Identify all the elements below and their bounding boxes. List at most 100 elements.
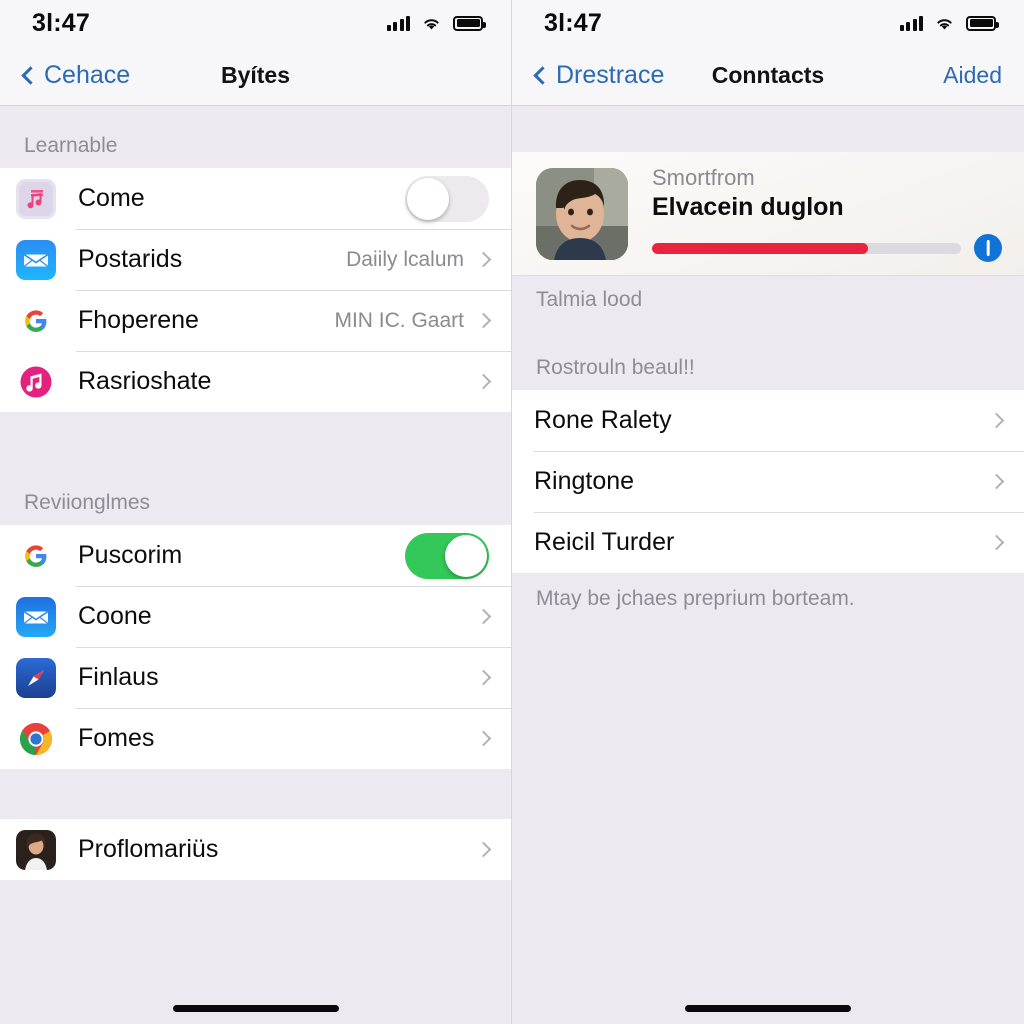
list-item-fomes[interactable]: Fomes: [0, 708, 511, 769]
list-item-fhoperene[interactable]: Fhoperene MIN IC. Gaart: [0, 290, 511, 351]
home-indicator: [172, 1005, 339, 1012]
list-item-label: Fomes: [78, 724, 155, 752]
list-item-label: Come: [78, 184, 145, 212]
list-item-puscorim[interactable]: Puscorim: [0, 525, 511, 586]
list-reviionglmes: Puscorim Coone Finlaus Fomes: [0, 525, 511, 769]
list-item-coone[interactable]: Coone: [0, 586, 511, 647]
right-status-bar: 3l:47: [512, 0, 1024, 46]
status-icons: [386, 15, 486, 31]
list-profile: Proflomariüs: [0, 819, 511, 880]
list-item-label: Rone Ralety: [534, 406, 672, 434]
itunes-store-icon: [16, 178, 56, 219]
list-item-label: Finlaus: [78, 663, 159, 691]
contact-card-footnote: Talmia lood: [512, 276, 1024, 334]
battery-full-icon: [966, 15, 999, 31]
list-item-label: Postarids: [78, 245, 183, 273]
top-gap: [512, 106, 1024, 152]
chevron-right-icon: [475, 608, 492, 625]
section-header-label: Rostrouln beaul!!: [512, 334, 1024, 390]
section-header-learnable: Learnable: [0, 106, 511, 168]
back-button-label: Drestrace: [556, 61, 665, 89]
cellular-bars-icon: [899, 15, 923, 31]
progress-bar-fill: [652, 242, 869, 254]
contact-card-body: Smortfrom Elvacein duglon: [652, 165, 1002, 262]
battery-full-icon: [453, 15, 486, 31]
right-phone-screen: 3l:47 Drestrace Conntacts Aided Smortfro…: [512, 0, 1024, 1024]
list-item-label: Rasrioshate: [78, 367, 212, 395]
music-icon: [16, 361, 56, 402]
left-scroll-area[interactable]: Learnable Come Postarids Daiily lcalum F…: [0, 106, 511, 1024]
list-item-rasrioshate[interactable]: Rasrioshate: [0, 351, 511, 412]
list-item-proflomarius[interactable]: Proflomariüs: [0, 819, 511, 880]
chevron-right-icon: [475, 669, 492, 686]
chrome-icon: [16, 719, 56, 759]
chevron-right-icon: [988, 412, 1005, 429]
back-button[interactable]: Cehace: [21, 61, 131, 90]
chevron-right-icon: [988, 534, 1005, 551]
contact-card[interactable]: Smortfrom Elvacein duglon: [512, 152, 1024, 276]
toggle-knob: [445, 534, 487, 577]
status-time: 3l:47: [32, 8, 90, 37]
list-item-rone-ralety[interactable]: Rone Ralety: [512, 390, 1024, 451]
section-gap: [0, 769, 511, 819]
bottom-gap: [0, 880, 511, 1024]
chevron-right-icon: [988, 473, 1005, 490]
chevron-right-icon: [475, 312, 492, 329]
status-icons: [899, 15, 999, 31]
wifi-icon: [421, 16, 442, 31]
list-item-label: Coone: [78, 602, 152, 630]
list-item-value: Daiily lcalum: [346, 247, 464, 271]
list-contact-settings: Rone Ralety Ringtone Reicil Turder: [512, 390, 1024, 573]
list-item-finlaus[interactable]: Finlaus: [0, 647, 511, 708]
back-button-label: Cehace: [44, 61, 131, 89]
progress-row: [652, 234, 1002, 262]
safari-icon: [16, 657, 56, 698]
list-item-label: Fhoperene: [78, 306, 199, 334]
list-learnable: Come Postarids Daiily lcalum Fhoperene M…: [0, 168, 511, 412]
progress-bar[interactable]: [652, 242, 961, 254]
left-status-bar: 3l:47: [0, 0, 511, 46]
list-item-value: MIN IC. Gaart: [334, 308, 464, 332]
mail-icon: [16, 596, 56, 637]
section-footnote: Mtay be jchaes preprium borteam.: [512, 573, 1024, 629]
home-indicator: [685, 1005, 851, 1012]
list-item-ringtone[interactable]: Ringtone: [512, 451, 1024, 512]
status-time: 3l:47: [544, 8, 602, 37]
avatar: [536, 167, 628, 260]
list-item-come[interactable]: Come: [0, 168, 511, 229]
right-nav-bar: Drestrace Conntacts Aided: [512, 46, 1024, 106]
cellular-bars-icon: [386, 15, 410, 31]
info-button[interactable]: [974, 234, 1002, 262]
list-item-reicil-turder[interactable]: Reicil Turder: [512, 512, 1024, 573]
toggle-knob: [407, 177, 449, 220]
chevron-left-icon: [21, 66, 40, 85]
section-header-rostrouln: Rostrouln beaul!!: [512, 334, 1024, 390]
right-scroll-area[interactable]: Smortfrom Elvacein duglon Talmia lood Ro…: [512, 106, 1024, 1024]
list-item-label: Proflomariüs: [78, 835, 219, 863]
chevron-right-icon: [475, 251, 492, 268]
contact-subtitle: Smortfrom: [652, 165, 755, 190]
chevron-right-icon: [475, 373, 492, 390]
back-button[interactable]: Drestrace: [533, 61, 665, 90]
chevron-right-icon: [475, 841, 492, 858]
list-item-postarids[interactable]: Postarids Daiily lcalum: [0, 229, 511, 290]
toggle-come[interactable]: [405, 175, 489, 222]
section-header-label: Learnable: [0, 106, 511, 168]
section-header-reviionglmes: Reviionglmes: [0, 412, 511, 525]
list-item-label: Ringtone: [534, 467, 635, 495]
list-item-label: Puscorim: [78, 541, 183, 569]
left-nav-bar: Cehace Byítes: [0, 46, 511, 106]
bottom-gap: [512, 629, 1024, 969]
list-item-label: Reicil Turder: [534, 528, 675, 556]
nav-action-button[interactable]: Aided: [943, 62, 1002, 89]
dual-phone-screenshot: 3l:47 Cehace Byítes Learnable Come Posta…: [0, 0, 1024, 1024]
person-avatar-icon: [16, 829, 56, 870]
left-phone-screen: 3l:47 Cehace Byítes Learnable Come Posta…: [0, 0, 512, 1024]
contact-title: Elvacein duglon: [652, 193, 844, 221]
wifi-icon: [934, 16, 955, 31]
chevron-left-icon: [533, 66, 552, 85]
chevron-right-icon: [475, 730, 492, 747]
section-header-label: Reviionglmes: [0, 412, 511, 525]
google-icon: [16, 300, 56, 341]
toggle-puscorim[interactable]: [405, 532, 489, 579]
